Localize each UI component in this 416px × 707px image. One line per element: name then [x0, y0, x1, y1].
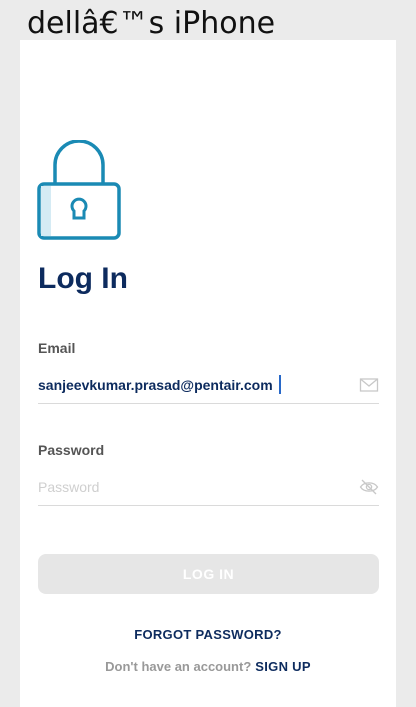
email-label: Email: [38, 340, 76, 356]
page-title: Log In: [38, 262, 128, 295]
envelope-icon: [359, 378, 379, 392]
email-field[interactable]: [38, 367, 379, 404]
password-label: Password: [38, 442, 105, 458]
login-screen: Log In Email Password LOG IN FORGOT PASS…: [20, 40, 396, 707]
signup-prompt: Don't have an account?: [105, 659, 252, 674]
signup-link[interactable]: SIGN UP: [255, 659, 311, 674]
email-input[interactable]: [38, 367, 348, 403]
signup-row: Don't have an account? SIGN UP: [20, 659, 396, 674]
eye-slash-icon[interactable]: [359, 478, 379, 496]
password-input[interactable]: [38, 469, 348, 505]
forgot-password-link[interactable]: FORGOT PASSWORD?: [20, 627, 396, 642]
lock-icon: [37, 140, 121, 240]
login-button[interactable]: LOG IN: [38, 554, 379, 594]
window-title: dellâ€™s iPhone: [27, 6, 276, 41]
password-field[interactable]: [38, 469, 379, 506]
text-cursor: [279, 375, 281, 394]
